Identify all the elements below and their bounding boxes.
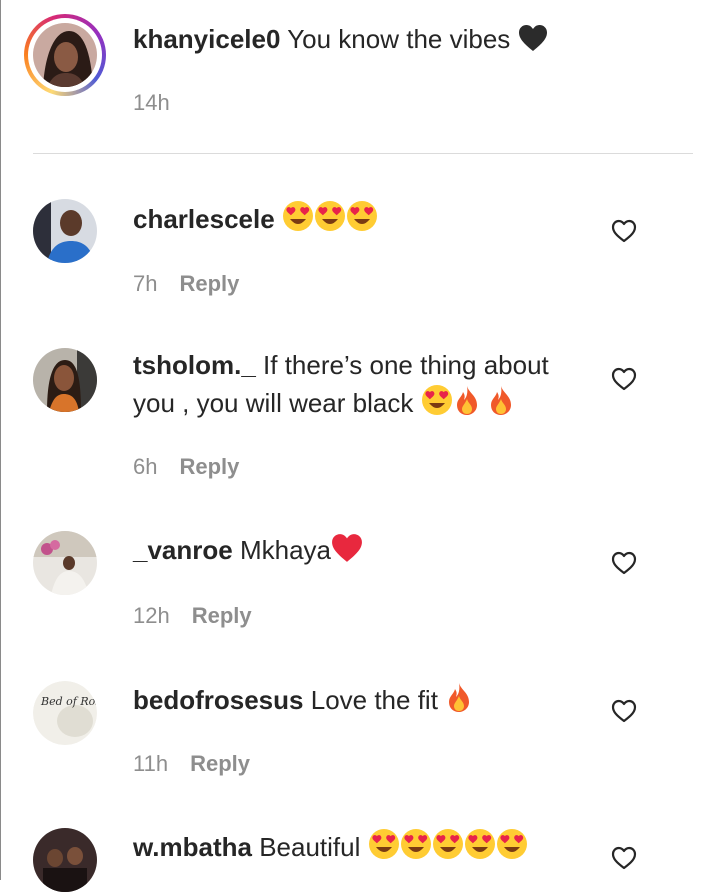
heart-eyes-emoji-icon [421,384,453,424]
caption-line: khanyicele0 You know the vibes [133,22,548,60]
reply-button[interactable]: Reply [179,271,239,296]
caption-time: 14h [133,90,170,115]
like-heart-outline-icon[interactable] [610,217,638,245]
comment-username[interactable]: bedofrosesus [133,685,304,715]
avatar-vanroe[interactable] [33,531,97,595]
comment-text-line1: Mkhaya [239,535,332,565]
avatar-tsholom[interactable] [33,348,97,412]
comment-text-line1: If there’s one thing about [263,350,549,380]
avatar-wmbatha[interactable] [33,828,97,892]
comment-text-line1: Beautiful [259,832,361,862]
comment-time: 11h [133,751,169,776]
like-heart-outline-icon[interactable] [610,697,638,725]
comment-line-1: tsholom._ If there’s one thing about [133,348,549,382]
heart-eyes-emoji-icon [346,200,378,240]
reply-button[interactable]: Reply [179,454,239,479]
comment-time: 12h [133,603,170,628]
reply-button[interactable]: Reply [190,751,250,776]
heart-eyes-emoji-icon [464,828,496,868]
divider [33,153,693,154]
heart-eyes-emoji-icon [368,828,400,868]
comment-time: 7h [133,271,158,296]
red-heart-emoji-icon [331,533,363,571]
fire-emoji-icon [487,384,515,424]
comment-line-1: _vanroe Mkhaya [133,533,363,571]
comment-text-line2: you , you will wear black [133,388,414,418]
comment-line-2: you , you will wear black [133,384,515,424]
like-heart-outline-icon[interactable] [610,844,638,872]
comment-time: 6h [133,454,158,479]
heart-eyes-emoji-icon [432,828,464,868]
caption-username[interactable]: khanyicele0 [133,24,280,54]
heart-eyes-emoji-icon [400,828,432,868]
comment-username[interactable]: tsholom._ [133,350,256,380]
caption-text: You know the vibes [287,24,511,54]
avatar-khanyicele0[interactable] [33,23,97,87]
like-heart-outline-icon[interactable] [610,365,638,393]
comment-username[interactable]: charlescele [133,204,275,234]
comment-text-line1: Love the fit [310,685,438,715]
like-heart-outline-icon[interactable] [610,549,638,577]
comment-line-1: w.mbatha Beautiful [133,828,528,868]
heart-eyes-emoji-icon [314,200,346,240]
comment-meta: 6h Reply [133,454,239,480]
comment-meta: 7h Reply [133,271,239,297]
comment-username[interactable]: _vanroe [133,535,233,565]
heart-eyes-emoji-icon [282,200,314,240]
comment-line-1: charlescele [133,200,378,240]
comment-meta: 11h Reply [133,751,250,777]
avatar-charlescele[interactable] [33,199,97,263]
reply-button[interactable]: Reply [192,603,252,628]
comment-line-1: bedofrosesus Love the fit [133,681,473,721]
avatar-bedofrosesus[interactable]: Bed of Roses [33,681,97,745]
comment-username[interactable]: w.mbatha [133,832,252,862]
bed-of-roses-logo: Bed of Roses [40,695,97,708]
black-heart-icon [518,24,548,60]
heart-eyes-emoji-icon [496,828,528,868]
comment-meta: 12h Reply [133,603,252,629]
post-caption: khanyicele0 You know the vibes 14h [0,0,720,154]
fire-emoji-icon [445,681,473,721]
fire-emoji-icon [453,384,481,424]
